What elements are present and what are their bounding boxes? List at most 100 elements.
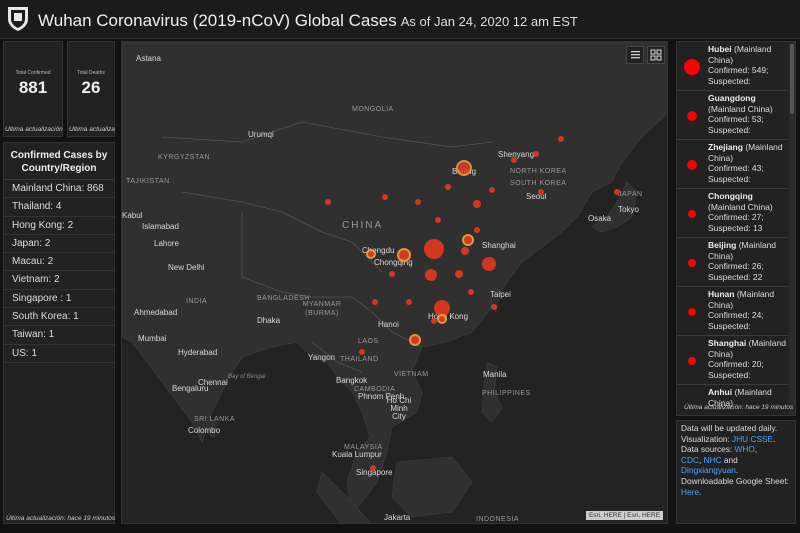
- case-size-dot: [687, 160, 697, 170]
- total-confirmed-label: Total Confirmed: [15, 70, 51, 76]
- case-bubble-yunnan: [372, 299, 378, 305]
- info-google-sheet: Downloadable Google Sheet: Here.: [681, 475, 789, 497]
- province-name: Hubei: [708, 44, 732, 54]
- case-bubble-heilongjiang: [558, 136, 564, 142]
- page-subtitle: As of Jan 24, 2020 12 am EST: [400, 14, 578, 29]
- case-bubble-japan: [614, 189, 620, 195]
- country-list-title: Confirmed Cases by Country/Region: [4, 143, 114, 180]
- country-row[interactable]: Japan: 2: [4, 235, 114, 254]
- header-bar: Wuhan Coronavirus (2019-nCoV) Global Cas…: [0, 0, 800, 39]
- province-detail: Confirmed: 24; Suspected:: [708, 310, 764, 331]
- case-bubble-hunan: [425, 269, 437, 281]
- grid-icon: [650, 49, 662, 61]
- nhc-link[interactable]: NHC: [704, 455, 722, 465]
- province-list-item[interactable]: Chongqing (Mainland China) Confirmed: 27;…: [677, 189, 789, 238]
- map-basemap-gallery-button[interactable]: [647, 46, 665, 64]
- province-name: Anhui: [708, 387, 733, 397]
- jhu-csse-link[interactable]: JHU CSSE: [732, 434, 773, 444]
- list-icon: [631, 51, 640, 59]
- case-size-dot: [684, 59, 700, 75]
- province-list-scrollbar[interactable]: [789, 42, 795, 415]
- total-deaths-label: Total Deaths: [77, 70, 105, 76]
- case-bubble-liaoning: [511, 157, 517, 163]
- province-detail: Confirmed: 53; Suspected:: [708, 114, 764, 135]
- province-region: (Mainland China): [708, 103, 773, 114]
- case-bubble-shanxi: [415, 199, 421, 205]
- map-attribution[interactable]: Esri, HERE | Esri, HERE: [585, 511, 663, 520]
- case-bubble-hainan: [409, 334, 421, 346]
- case-bubble-shanghai: [462, 234, 474, 246]
- country-row[interactable]: South Korea: 1: [4, 308, 114, 327]
- country-row[interactable]: Hong Kong: 2: [4, 217, 114, 235]
- who-link[interactable]: WHO: [735, 444, 755, 454]
- province-region: (Mainland China): [708, 201, 773, 212]
- province-detail: Confirmed: 26; Suspected: 22: [708, 261, 764, 282]
- province-list-item[interactable]: Hubei (Mainland China) Confirmed: 549; Su…: [677, 42, 789, 91]
- country-row[interactable]: Mainland China: 868: [4, 180, 114, 199]
- province-name: Zhejiang: [708, 142, 743, 152]
- info-panel: Data will be updated daily. Visualizatio…: [676, 420, 796, 524]
- province-list-updated: Última actualización: hace 19 minutos: [684, 404, 794, 411]
- province-list-item[interactable]: Beijing (Mainland China) Confirmed: 26; S…: [677, 238, 789, 287]
- map-view[interactable]: Astana MONGOLIA Urumqi KYRGYZSTAN TAJIKI…: [121, 41, 668, 524]
- province-detail: Confirmed: 27; Suspected: 13: [708, 212, 764, 233]
- jhu-shield-logo-icon: [8, 7, 28, 31]
- case-bubble-hubei: [424, 239, 444, 259]
- case-bubble-seoul: [538, 189, 544, 195]
- province-name: Chongqing: [708, 191, 753, 201]
- country-row[interactable]: Thailand: 4: [4, 198, 114, 217]
- case-bubble-fujian: [468, 289, 474, 295]
- page-title: Wuhan Coronavirus (2019-nCoV) Global Cas…: [38, 11, 578, 30]
- case-size-dot: [688, 308, 696, 316]
- province-name: Guangdong: [708, 93, 756, 103]
- province-name: Shanghai: [708, 338, 747, 348]
- case-bubble-hongkong: [437, 314, 447, 324]
- province-list-item[interactable]: Anhui (Mainland China): [677, 385, 789, 415]
- case-bubble-singapore: [370, 465, 376, 471]
- info-visualization: Visualization: JHU CSSE.: [681, 433, 776, 444]
- case-bubble-guangdong: [434, 300, 450, 316]
- case-bubble-anhui: [461, 247, 469, 255]
- case-bubble-hebei: [445, 184, 451, 190]
- province-list-item[interactable]: Zhejiang (Mainland China) Confirmed: 43; …: [677, 140, 789, 189]
- country-row[interactable]: Vietnam: 2: [4, 271, 114, 290]
- case-bubble-ningxia: [382, 194, 388, 200]
- case-bubble-guizhou: [389, 271, 395, 277]
- country-list-panel: Confirmed Cases by Country/Region Mainla…: [3, 142, 115, 524]
- info-sources: Data sources: WHO, CDC, NHC and Dingxiangy…: [681, 444, 758, 476]
- case-bubble-sichuan: [366, 249, 376, 259]
- total-confirmed-panel: Total Confirmed 881: [3, 41, 63, 137]
- case-bubble-jiangsu: [474, 227, 480, 233]
- info-update-note: Data will be updated daily.: [681, 423, 778, 433]
- total-deaths-panel: Total Deaths 26: [67, 41, 115, 137]
- case-bubble-guangxi: [406, 299, 412, 305]
- province-list-panel: Hubei (Mainland China) Confirmed: 549; Su…: [676, 41, 796, 416]
- case-bubble-jilin: [533, 151, 539, 157]
- scrollbar-thumb[interactable]: [790, 44, 794, 114]
- province-list-item[interactable]: Hunan (Mainland China) Confirmed: 24; Sus…: [677, 287, 789, 336]
- province-name: Hunan: [708, 289, 735, 299]
- case-size-dot: [688, 357, 696, 365]
- total-deaths-updated: Última actualización: hace 19 minutos: [69, 126, 115, 133]
- total-deaths-value: 26: [81, 78, 101, 97]
- map-list-toggle-button[interactable]: [626, 46, 644, 64]
- cdc-link[interactable]: CDC: [681, 455, 699, 465]
- province-list-item[interactable]: Shanghai (Mainland China) Confirmed: 20; …: [677, 336, 789, 385]
- case-size-dot: [688, 210, 696, 218]
- country-row[interactable]: Macau: 2: [4, 253, 114, 272]
- google-sheet-link[interactable]: Here: [681, 487, 699, 497]
- case-size-dot: [688, 259, 696, 267]
- province-detail: Confirmed: 549; Suspected:: [708, 65, 769, 86]
- case-bubble-taiwan: [491, 304, 497, 310]
- country-row[interactable]: Taiwan: 1: [4, 326, 114, 345]
- province-name: Beijing: [708, 240, 737, 250]
- country-row[interactable]: US: 1: [4, 345, 114, 363]
- total-confirmed-value: 881: [18, 78, 48, 97]
- country-row[interactable]: Singapore : 1: [4, 290, 114, 309]
- case-size-dot: [687, 111, 697, 121]
- case-bubble-beijing: [456, 160, 472, 176]
- province-list-item[interactable]: Guangdong (Mainland China) Confirmed: 53;…: [677, 91, 789, 140]
- dingxiangyuan-link[interactable]: Dingxiangyuan: [681, 465, 736, 475]
- case-bubble-chongqing: [397, 248, 411, 262]
- case-bubble-zhejiang: [482, 257, 496, 271]
